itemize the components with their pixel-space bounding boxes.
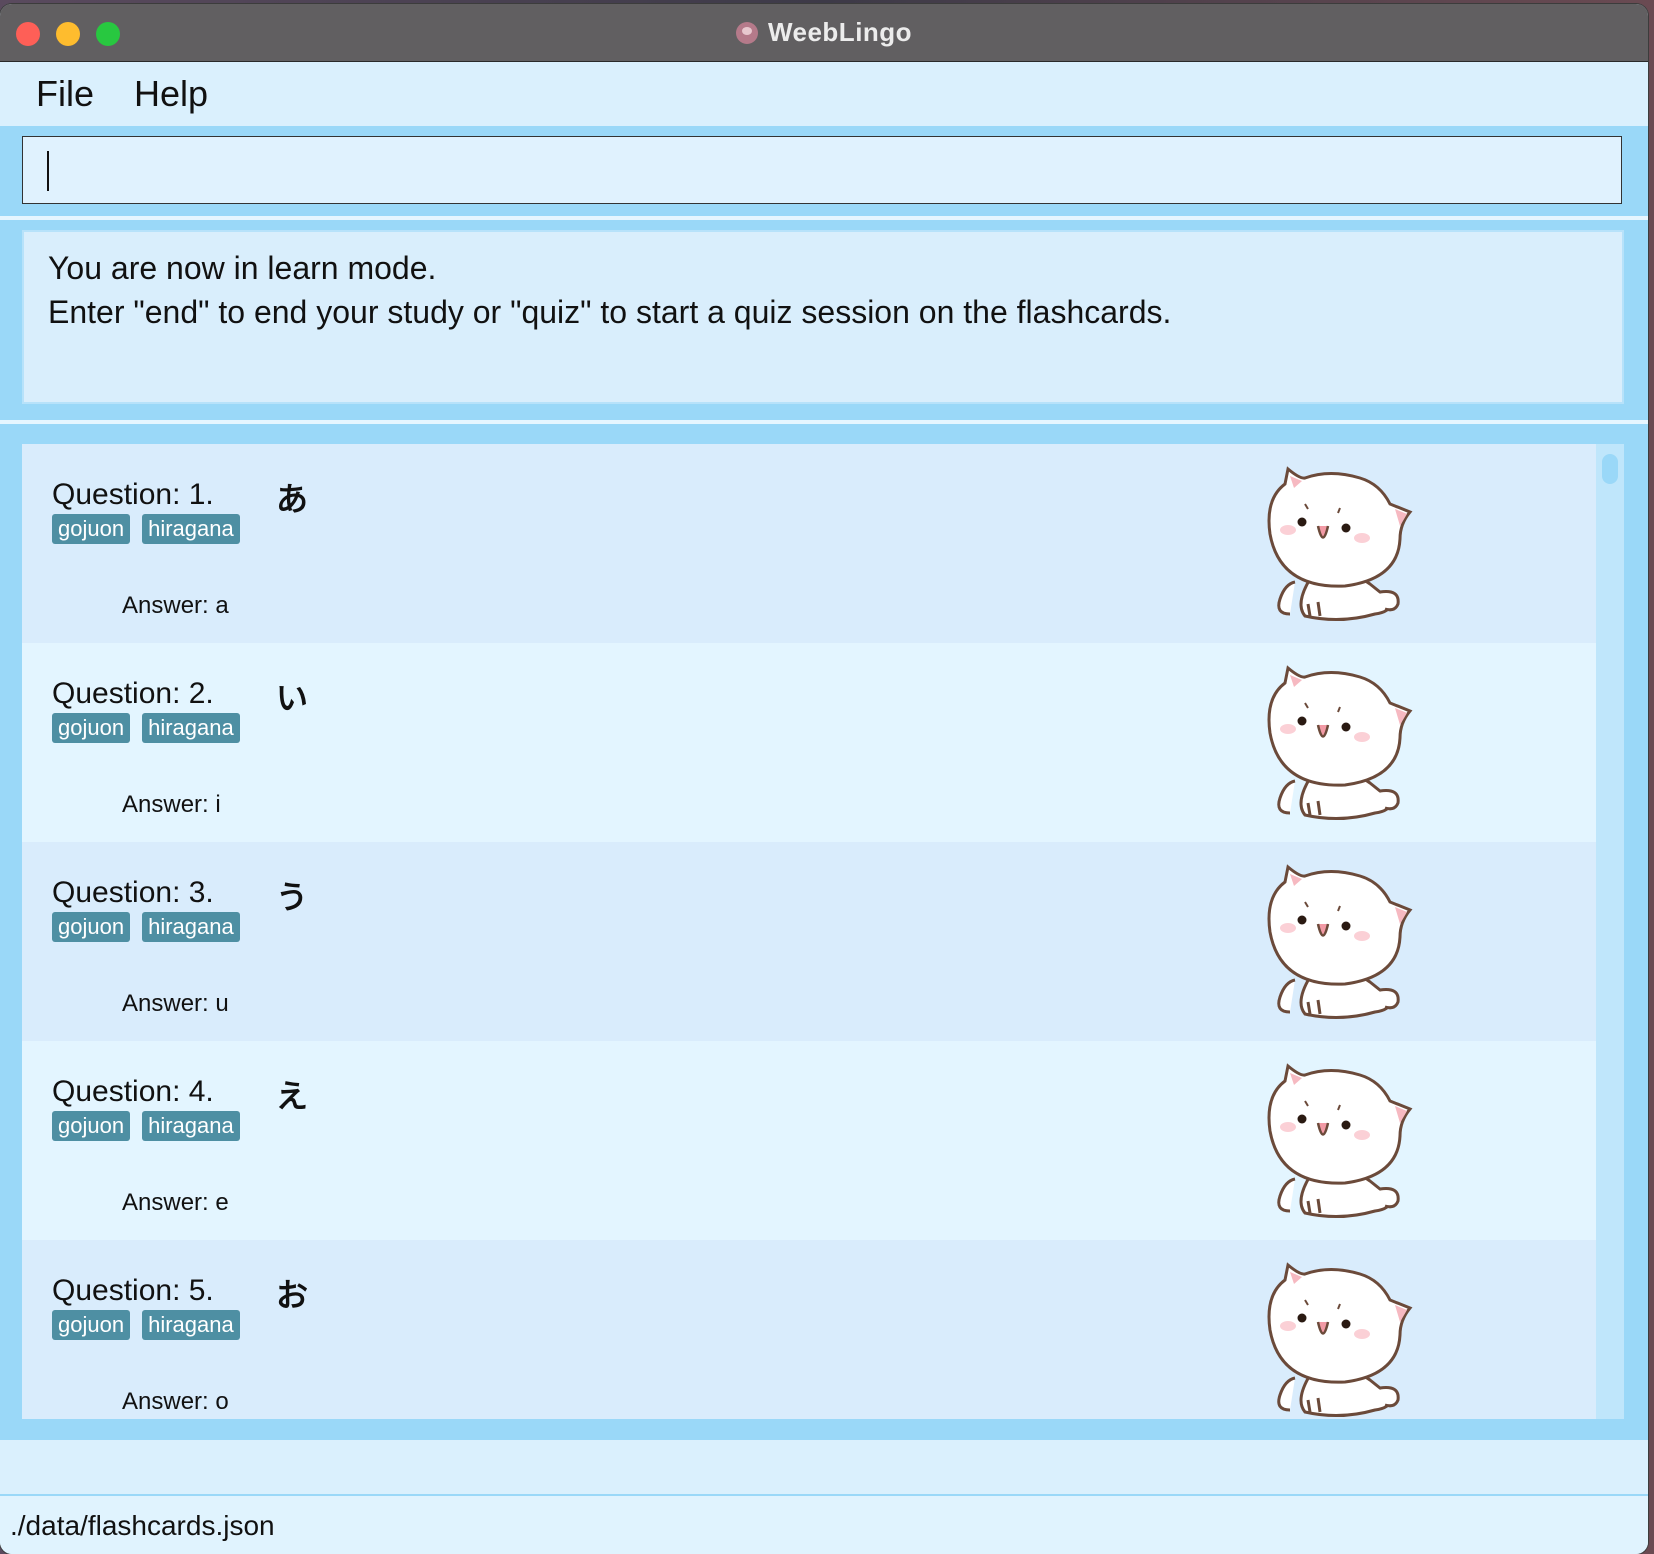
result-display: You are now in learn mode. Enter "end" t…: [22, 230, 1624, 404]
tag-list: gojuon hiragana: [52, 713, 240, 743]
tag-badge: hiragana: [142, 1310, 240, 1340]
scrollbar[interactable]: [1596, 444, 1624, 1419]
flashcard-item[interactable]: Question: 3. う gojuon hiragana Answer: u: [22, 842, 1596, 1041]
command-input[interactable]: [22, 136, 1622, 204]
tag-badge: hiragana: [142, 1111, 240, 1141]
question-label: Question: 3.: [52, 876, 214, 909]
question-character: う: [276, 879, 309, 915]
menu-bar: File Help: [0, 62, 1648, 126]
tag-badge: hiragana: [142, 713, 240, 743]
tag-badge: gojuon: [52, 713, 131, 743]
question-label: Question: 5.: [52, 1274, 214, 1307]
tag-list: gojuon hiragana: [52, 1111, 240, 1141]
result-panel: You are now in learn mode. Enter "end" t…: [0, 216, 1648, 420]
tag-badge: hiragana: [142, 912, 240, 942]
app-icon: [735, 21, 758, 44]
app-window: WeebLingo File Help You are now in learn…: [0, 4, 1648, 1554]
menu-help[interactable]: Help: [134, 73, 208, 115]
tag-list: gojuon hiragana: [52, 1310, 240, 1340]
cat-mascot-image: [1250, 663, 1420, 828]
result-line-2: Enter "end" to end your study or "quiz" …: [48, 294, 1172, 330]
cat-mascot-image: [1250, 464, 1420, 629]
storage-path: ./data/flashcards.json: [10, 1510, 275, 1541]
cat-mascot-image: [1250, 862, 1420, 1027]
result-line-1: You are now in learn mode.: [48, 250, 437, 286]
flashcard-item[interactable]: Question: 1. あ gojuon hiragana Answer: a: [22, 444, 1596, 643]
title-bar: WeebLingo: [0, 4, 1648, 62]
answer-label: Answer: o: [122, 1388, 229, 1415]
command-panel: [0, 126, 1648, 216]
cat-mascot-image: [1250, 1260, 1420, 1419]
tag-badge: gojuon: [52, 514, 131, 544]
flashcard-list-panel: Question: 1. あ gojuon hiragana Answer: a Que…: [0, 420, 1648, 1440]
flashcard-item[interactable]: Question: 4. え gojuon hiragana Answer: e: [22, 1041, 1596, 1240]
menu-file[interactable]: File: [36, 73, 94, 115]
answer-label: Answer: u: [122, 990, 229, 1017]
answer-label: Answer: i: [122, 791, 221, 818]
question-label: Question: 2.: [52, 677, 214, 710]
tag-badge: gojuon: [52, 1111, 131, 1141]
flashcard-list[interactable]: Question: 1. あ gojuon hiragana Answer: a Que…: [22, 444, 1596, 1419]
status-bar: ./data/flashcards.json: [0, 1494, 1648, 1554]
answer-label: Answer: a: [122, 592, 229, 619]
cat-mascot-image: [1250, 1061, 1420, 1226]
flashcard-item[interactable]: Question: 5. お gojuon hiragana Answer: o: [22, 1240, 1596, 1419]
question-character: え: [276, 1078, 309, 1114]
question-label: Question: 1.: [52, 478, 214, 511]
tag-list: gojuon hiragana: [52, 912, 240, 942]
tag-badge: gojuon: [52, 912, 131, 942]
text-caret: [47, 151, 49, 191]
tag-badge: hiragana: [142, 514, 240, 544]
answer-label: Answer: e: [122, 1189, 229, 1216]
scrollbar-thumb[interactable]: [1602, 454, 1618, 484]
window-title: WeebLingo: [767, 17, 913, 47]
question-character: あ: [276, 481, 309, 517]
question-character: お: [276, 1277, 309, 1313]
question-character: い: [276, 680, 309, 716]
question-label: Question: 4.: [52, 1075, 214, 1108]
tag-list: gojuon hiragana: [52, 514, 240, 544]
flashcard-item[interactable]: Question: 2. い gojuon hiragana Answer: i: [22, 643, 1596, 842]
tag-badge: gojuon: [52, 1310, 131, 1340]
